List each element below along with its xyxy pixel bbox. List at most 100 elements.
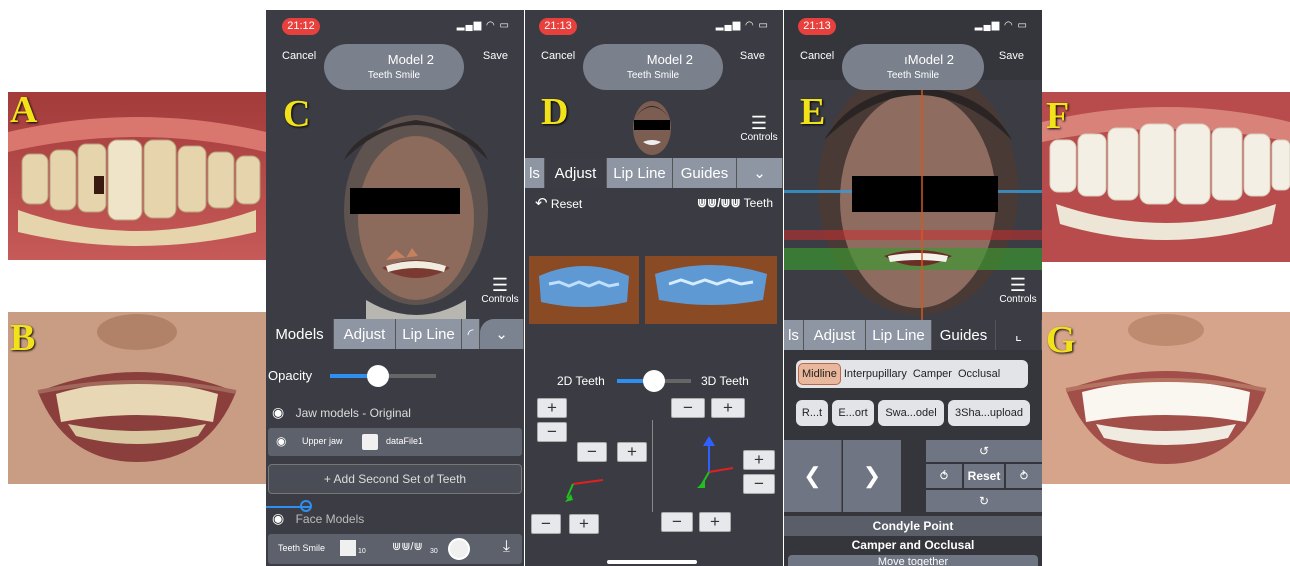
minus-button[interactable]: − (743, 474, 775, 494)
teeth-icon: ⋓⋓/⋓⋓ (696, 196, 741, 210)
save-button[interactable]: Save (740, 50, 765, 62)
color-swatch[interactable] (340, 540, 356, 556)
download-icon[interactable]: ⤓ (503, 538, 510, 556)
reset-label: Reset (550, 197, 583, 211)
tab-lip-line[interactable]: Lip Line (396, 319, 462, 349)
next-button[interactable]: ❯ (843, 440, 901, 512)
axis-gizmo-3d[interactable] (693, 436, 743, 496)
tab-partial[interactable]: ls (525, 158, 545, 188)
save-button[interactable]: Save (999, 50, 1024, 62)
add-second-set-button[interactable]: + Add Second Set of Teeth (268, 464, 522, 494)
save-button[interactable]: Save (483, 50, 508, 62)
model-selector[interactable]: Model 2 Teeth Smile (583, 44, 723, 90)
sliders-icon: ☰ (750, 113, 768, 133)
action-swap-model[interactable]: Swa...odel (878, 400, 944, 426)
plus-button[interactable]: + (537, 398, 567, 418)
tab-guides[interactable]: Guides (932, 320, 996, 350)
chevron-down-icon[interactable]: ⌞ (996, 320, 1042, 350)
panel-letter-d: D (541, 91, 569, 133)
move-together-button[interactable]: Move together (788, 555, 1038, 566)
rotate-left-button[interactable]: ⥀ (926, 464, 962, 488)
chevron-right-icon: ❯ (862, 463, 882, 488)
model-title: ıModel 2 (904, 52, 954, 67)
reset-button[interactable]: ↶ Reset (535, 194, 582, 212)
rotate-reset-button[interactable]: Reset (964, 464, 1004, 488)
chevron-down-icon[interactable]: ⌄ (480, 319, 524, 349)
tab-lip-line[interactable]: Lip Line (607, 158, 673, 188)
teeth-smile-chip[interactable]: Teeth Smile (278, 543, 325, 553)
model-selector[interactable]: Model 2 Teeth Smile (324, 44, 464, 90)
axis-gizmo-2d[interactable] (563, 454, 613, 504)
teeth-scan-3d (645, 256, 777, 324)
teeth-2d-preview[interactable] (529, 256, 639, 324)
condyle-point-button[interactable]: Condyle Point (784, 516, 1042, 536)
upper-jaw-row[interactable]: ◉ Upper jaw dataFile1 (268, 428, 522, 456)
guide-tab-camper[interactable]: Camper (910, 368, 955, 380)
tab-partial[interactable]: ls (784, 320, 804, 350)
teeth-mode-slider-thumb[interactable] (643, 370, 665, 392)
rotate-down-button[interactable]: ↻ (926, 490, 1042, 512)
minus-button[interactable]: − (531, 514, 561, 534)
model-subtitle: Teeth Smile (626, 70, 680, 81)
eye-icon[interactable]: ◉ (272, 404, 284, 420)
chevron-left-icon: ❮ (803, 463, 822, 488)
cancel-button[interactable]: Cancel (541, 50, 575, 62)
chevron-down-icon[interactable]: ⌄ (737, 158, 783, 188)
opacity-slider-thumb[interactable] (366, 365, 389, 387)
tab-more-partial[interactable]: ◜ (462, 319, 480, 349)
guide-tab-midline[interactable]: Midline (798, 363, 841, 385)
model-subtitle: Teeth Smile (367, 70, 421, 81)
jaw-section-title: Jaw models - Original (295, 406, 411, 420)
plus-button[interactable]: + (699, 512, 731, 532)
plus-button[interactable]: + (569, 514, 599, 534)
cancel-button[interactable]: Cancel (800, 50, 834, 62)
teeth-3d-preview[interactable] (645, 256, 777, 324)
face-thumbnail[interactable] (631, 98, 673, 158)
minus-button[interactable]: − (661, 512, 693, 532)
lip-icon[interactable] (448, 538, 470, 560)
plus-button[interactable]: + (711, 398, 745, 418)
sliders-icon: ☰ (1009, 275, 1027, 295)
model-subtitle: Teeth Smile (886, 70, 940, 81)
guide-tab-occlusal[interactable]: Occlusal (955, 368, 1003, 380)
model-selector[interactable]: ıModel 2 Teeth Smile (842, 44, 984, 90)
model-title-text: Model 2 (907, 52, 954, 67)
rotate-up-button[interactable]: ↺ (926, 440, 1042, 462)
face-section-title: Face Models (295, 512, 365, 526)
tab-adjust[interactable]: Adjust (545, 158, 607, 188)
action-reset[interactable]: R...t (796, 400, 828, 426)
controls-button[interactable]: ☰ Controls (737, 114, 781, 143)
face-model-3d[interactable] (326, 100, 496, 320)
action-export[interactable]: E...ort (832, 400, 874, 426)
model-title: Model 2 (646, 52, 693, 67)
smile-after-illustration (1042, 312, 1290, 484)
data-file-label: dataFile1 (386, 436, 424, 446)
tab-adjust[interactable]: Adjust (334, 319, 396, 349)
plus-button[interactable]: + (617, 442, 647, 462)
plus-button[interactable]: + (743, 450, 775, 470)
model-title: Model 2 (387, 52, 434, 67)
tab-models[interactable]: Models (266, 319, 334, 349)
minus-button[interactable]: − (537, 422, 567, 442)
color-swatch[interactable] (362, 434, 378, 450)
teeth-icon[interactable]: ⋓⋓/⋓ (392, 540, 423, 553)
eye-icon[interactable]: ◉ (272, 510, 284, 526)
controls-button[interactable]: ☰ Controls (996, 276, 1040, 305)
status-icons: ▂▄▆ ◠ ▭ (974, 20, 1028, 31)
tab-guides[interactable]: Guides (673, 158, 737, 188)
tab-lip-line[interactable]: Lip Line (866, 320, 932, 350)
action-3shape-upload[interactable]: 3Sha...upload (948, 400, 1030, 426)
guide-tab-interpupillary[interactable]: Interpupillary (841, 368, 910, 380)
controls-button[interactable]: ☰ Controls (478, 276, 522, 305)
minus-button[interactable]: − (671, 398, 705, 418)
cancel-button[interactable]: Cancel (282, 50, 316, 62)
label-2d-teeth: 2D Teeth (557, 374, 605, 388)
teeth-toggle[interactable]: ⋓⋓/⋓⋓ Teeth (697, 196, 773, 210)
teeth-mode-slider[interactable] (617, 370, 691, 392)
rotate-right-button[interactable]: ⥁ (1006, 464, 1042, 488)
tab-adjust[interactable]: Adjust (804, 320, 866, 350)
prev-button[interactable]: ❮ (784, 440, 842, 512)
eye-icon[interactable]: ◉ (276, 434, 286, 448)
opacity-slider[interactable] (330, 365, 436, 387)
face-model-row[interactable]: Teeth Smile 10 ⋓⋓/⋓ 30 ⤓ (268, 534, 522, 564)
